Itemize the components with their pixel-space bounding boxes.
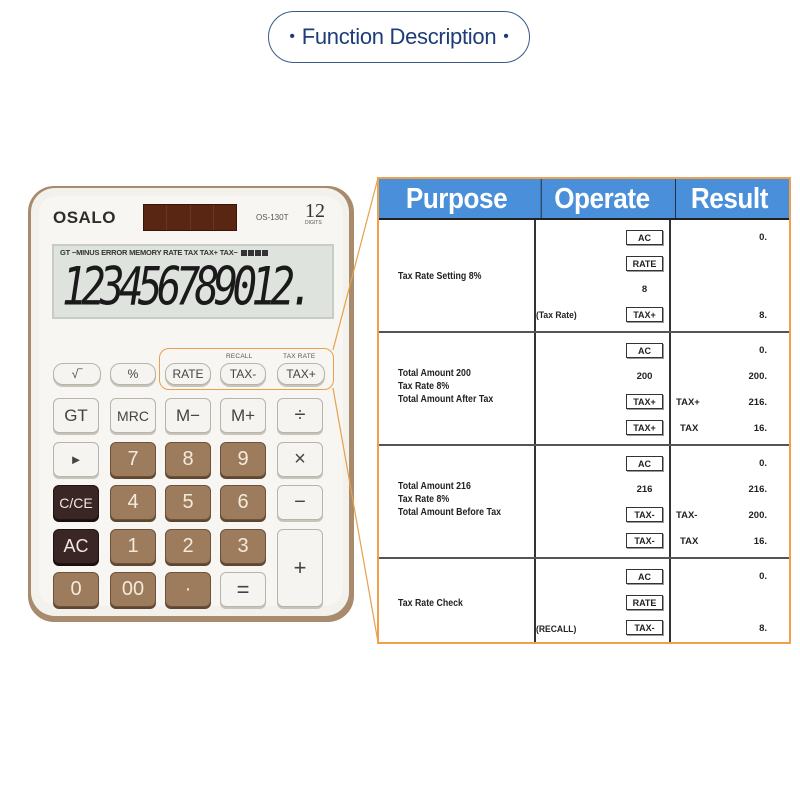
operate-key: TAX+	[626, 420, 663, 435]
purpose-text: Tax Rate Check	[398, 598, 463, 609]
solar-panel	[143, 204, 237, 231]
purpose-text: Tax Rate Setting 8%	[398, 271, 482, 282]
clear-entry-key[interactable]: C/CE	[53, 485, 99, 520]
zero-key[interactable]: 0	[53, 572, 99, 607]
purpose-text: Total Amount After Tax	[398, 394, 494, 405]
operate-key: TAX+	[626, 307, 663, 322]
operate-note: (Tax Rate)	[536, 310, 577, 321]
minus-key[interactable]: −	[277, 485, 323, 520]
result-value: 0.	[759, 458, 767, 469]
result-value: 16.	[753, 423, 767, 434]
operate-key: TAX-	[626, 507, 663, 522]
result-value: 216.	[748, 397, 768, 408]
one-key[interactable]: 1	[110, 529, 156, 564]
all-clear-key[interactable]: AC	[53, 529, 99, 564]
four-key[interactable]: 4	[110, 485, 156, 520]
result-label: TAX	[680, 423, 699, 434]
column-divider	[534, 220, 536, 642]
result-value: 0.	[759, 232, 767, 243]
bullet-icon: •	[289, 28, 295, 45]
result-label: TAX+	[676, 397, 700, 408]
bullet-icon: •	[503, 28, 509, 45]
result-value: 0.	[759, 345, 767, 356]
decimal-key[interactable]: ·	[165, 572, 211, 607]
equals-key[interactable]: =	[220, 572, 266, 607]
digits-count: 12	[305, 200, 325, 222]
m-minus-key[interactable]: M−	[165, 398, 211, 433]
result-value: 8.	[759, 310, 767, 321]
model-number: OS-130T	[256, 213, 289, 222]
operate-input: 216	[636, 484, 653, 495]
result-value: 0.	[759, 571, 767, 582]
header-operate: Operate	[540, 179, 663, 219]
m-plus-key[interactable]: M+	[220, 398, 266, 433]
purpose-text: Total Amount 200	[398, 368, 471, 379]
operate-key: AC	[626, 569, 663, 584]
operate-key: TAX-	[626, 533, 663, 548]
lcd-display: GT −MINUS ERROR MEMORY RATE TAX TAX+ TAX…	[52, 244, 334, 319]
tax-keys-highlight	[159, 348, 334, 390]
operate-key: AC	[626, 456, 663, 471]
purpose-text: Tax Rate 8%	[398, 381, 450, 392]
seven-key[interactable]: 7	[110, 442, 156, 477]
five-key[interactable]: 5	[165, 485, 211, 520]
title-text: Function Description	[301, 24, 497, 49]
function-description-title: • Function Description •	[268, 11, 530, 63]
operate-input: 8	[641, 284, 648, 295]
table-header: Purpose Operate Result	[379, 179, 789, 219]
gt-key[interactable]: GT	[53, 398, 99, 433]
column-divider	[669, 220, 671, 642]
sqrt-key[interactable]: √‾	[53, 363, 101, 385]
result-label: TAX-	[676, 510, 698, 521]
plus-key[interactable]: +	[277, 529, 323, 607]
lcd-digits: 123456789012.	[62, 256, 314, 317]
percent-key[interactable]: %	[110, 363, 156, 385]
operate-key: AC	[626, 230, 663, 245]
nine-key[interactable]: 9	[220, 442, 266, 477]
two-key[interactable]: 2	[165, 529, 211, 564]
operate-note: (RECALL)	[536, 624, 577, 635]
purpose-text: Total Amount Before Tax	[398, 507, 502, 518]
row-divider	[379, 331, 789, 333]
mrc-key[interactable]: MRC	[110, 398, 156, 433]
six-key[interactable]: 6	[220, 485, 266, 520]
result-value: 200.	[748, 371, 768, 382]
result-value: 16.	[753, 536, 767, 547]
eight-key[interactable]: 8	[165, 442, 211, 477]
divide-key[interactable]: ÷	[277, 398, 323, 433]
multiply-key[interactable]: ×	[277, 442, 323, 477]
brand-logo: OSALO	[53, 208, 116, 227]
header-purpose: Purpose	[405, 182, 508, 215]
result-value: 216.	[748, 484, 768, 495]
backspace-key[interactable]: ►	[53, 442, 99, 477]
result-value: 8.	[759, 623, 767, 634]
row-divider	[379, 444, 789, 446]
operate-key: TAX-	[626, 620, 663, 635]
three-key[interactable]: 3	[220, 529, 266, 564]
operate-key: TAX+	[626, 394, 663, 409]
row-divider	[379, 557, 789, 559]
double-zero-key[interactable]: 00	[110, 572, 156, 607]
result-value: 200.	[748, 510, 768, 521]
result-label: TAX	[680, 536, 699, 547]
operate-key: RATE	[626, 256, 663, 271]
operate-key: AC	[626, 343, 663, 358]
header-divider	[379, 218, 789, 220]
operate-input: 200	[636, 371, 653, 382]
header-result: Result	[675, 179, 783, 219]
purpose-text: Total Amount 216	[398, 481, 471, 492]
digits-label: DIGITS	[305, 220, 322, 226]
function-table	[377, 177, 791, 644]
operate-key: RATE	[626, 595, 663, 610]
purpose-text: Tax Rate 8%	[398, 494, 450, 505]
